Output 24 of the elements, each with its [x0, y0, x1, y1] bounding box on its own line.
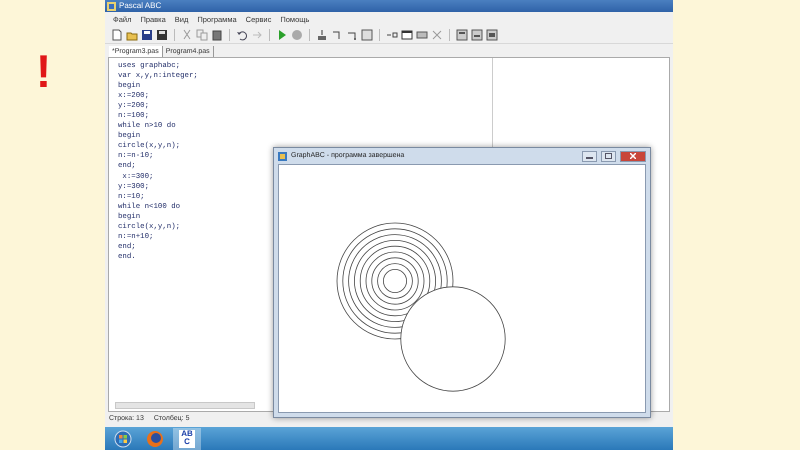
close-icon — [630, 153, 636, 159]
document-icon[interactable] — [486, 29, 498, 41]
save-all-icon[interactable] — [156, 29, 168, 41]
app-icon — [107, 2, 116, 10]
horizontal-scrollbar[interactable] — [115, 402, 255, 409]
maximize-button[interactable] — [601, 150, 616, 162]
close-button[interactable] — [620, 150, 646, 162]
save-icon[interactable] — [141, 29, 153, 41]
windows-orb-icon — [114, 430, 132, 448]
undo-icon[interactable] — [236, 29, 248, 41]
document-icon[interactable] — [456, 29, 468, 41]
pascal-taskbar-button[interactable]: AB C — [173, 428, 201, 450]
document-icon[interactable] — [471, 29, 483, 41]
app-icon — [278, 152, 287, 160]
window-icon[interactable] — [401, 29, 413, 41]
minimize-button[interactable] — [582, 150, 597, 162]
form-icon[interactable] — [416, 29, 428, 41]
new-file-icon[interactable] — [111, 29, 123, 41]
globe-icon — [146, 430, 164, 448]
maximize-icon — [605, 153, 612, 159]
window-title: Pascal ABC — [119, 1, 162, 11]
run-icon[interactable] — [276, 29, 288, 41]
paste-icon[interactable] — [211, 29, 223, 41]
exclamation-mark: ! — [36, 48, 52, 99]
